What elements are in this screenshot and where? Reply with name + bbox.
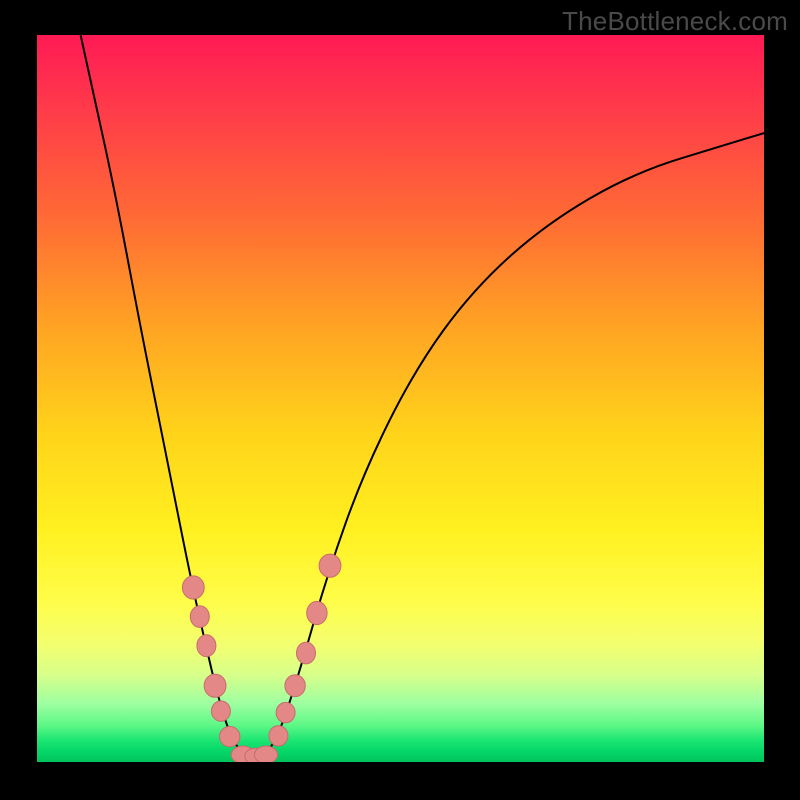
marker-bead	[254, 746, 277, 762]
app-root: TheBottleneck.com	[0, 0, 800, 800]
marker-bead	[190, 606, 209, 628]
marker-bead	[269, 726, 288, 746]
marker-bead	[297, 642, 316, 664]
marker-bead	[220, 726, 240, 746]
bottleneck-curve	[81, 35, 764, 756]
marker-bead	[285, 675, 305, 697]
marker-bead	[204, 674, 226, 697]
watermark-text: TheBottleneck.com	[562, 6, 788, 37]
marker-bead	[276, 702, 295, 722]
marker-beads	[182, 554, 340, 762]
marker-bead	[319, 554, 341, 577]
marker-bead	[211, 701, 230, 721]
plot-area	[37, 35, 764, 762]
marker-bead	[197, 635, 216, 657]
marker-bead	[182, 576, 204, 599]
marker-bead	[307, 601, 327, 624]
chart-svg	[37, 35, 764, 762]
